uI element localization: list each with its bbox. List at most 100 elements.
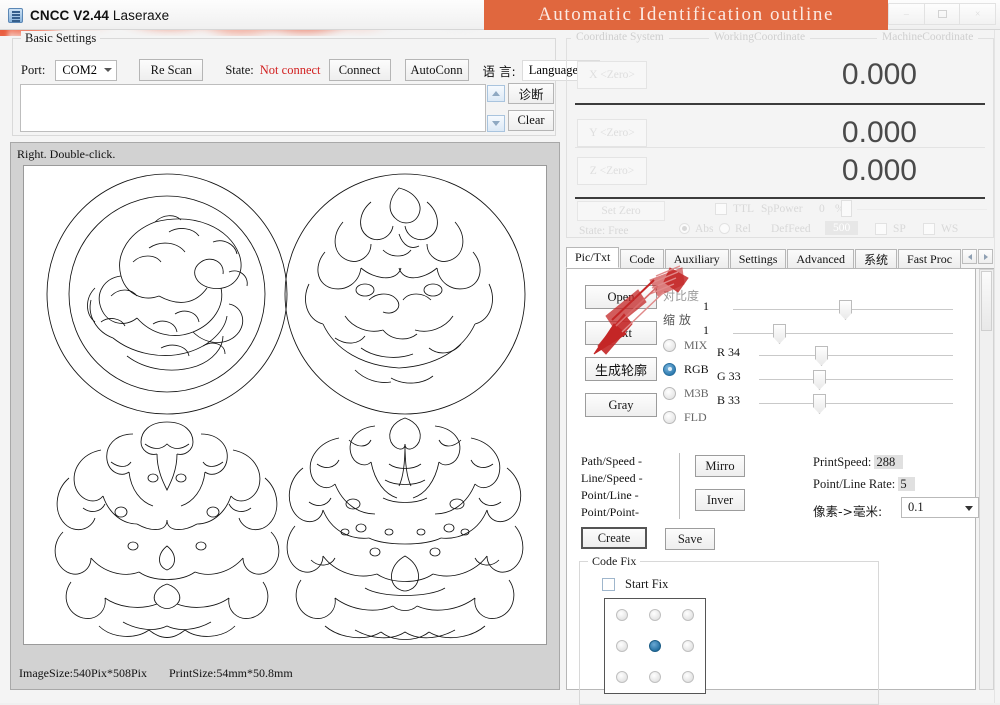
- mode-fld-label: FLD: [684, 410, 707, 424]
- open-button[interactable]: Open: [585, 285, 657, 309]
- text-label: Text: [610, 326, 632, 341]
- mode-mix-row[interactable]: MIX: [663, 337, 707, 353]
- ttl-checkbox[interactable]: [715, 203, 727, 215]
- ws-checkbox[interactable]: [923, 223, 935, 235]
- stats-divider: [679, 453, 680, 519]
- clear-button[interactable]: Clear: [508, 110, 554, 131]
- connect-button[interactable]: Connect: [329, 59, 391, 81]
- mode-mix-radio[interactable]: [663, 339, 676, 352]
- origin-radio-top-right[interactable]: [682, 609, 694, 621]
- port-value: COM2: [62, 63, 97, 78]
- slider-g-label: G 33: [717, 369, 741, 384]
- inver-button[interactable]: Inver: [695, 489, 745, 511]
- tab-system[interactable]: 系统: [855, 249, 897, 268]
- mirro-label: Mirro: [705, 459, 734, 474]
- coordinate-row-z: Z <Zero> 0.000 0.000: [567, 143, 993, 199]
- generate-outline-button[interactable]: 生成轮廓: [585, 357, 657, 381]
- mode-rgb-row[interactable]: RGB: [663, 361, 709, 377]
- identification-banner: Automatic Identification outline: [484, 0, 888, 30]
- point-point-stat: Point/Point-: [581, 504, 643, 521]
- text-button[interactable]: Text: [585, 321, 657, 345]
- z-zero-button[interactable]: Z <Zero>: [577, 157, 647, 185]
- pointline-rate-value[interactable]: 5: [898, 477, 914, 491]
- rescan-button[interactable]: Re Scan: [139, 59, 203, 81]
- mode-fld-radio[interactable]: [663, 411, 676, 424]
- port-label: Port:: [21, 63, 45, 78]
- app-title-main: CNCC V2.44: [30, 8, 109, 23]
- app-title-sub: Laseraxe: [113, 8, 169, 23]
- origin-radio-bottom-right[interactable]: [682, 671, 694, 683]
- tab-advanced[interactable]: Advanced: [787, 249, 854, 268]
- tab-pic-txt[interactable]: Pic/Txt: [566, 247, 619, 268]
- slider-r-thumb[interactable]: [815, 346, 828, 366]
- tab-fast-proc[interactable]: Fast Proc: [898, 249, 961, 268]
- origin-radio-middle-right[interactable]: [682, 640, 694, 652]
- origin-radio-bottom-left[interactable]: [616, 671, 628, 683]
- slider-g-track[interactable]: [759, 379, 953, 380]
- working-coordinate-legend: WorkingCoordinate: [709, 31, 810, 43]
- start-fix-checkbox[interactable]: [602, 578, 615, 591]
- mode-fld-row[interactable]: FLD: [663, 409, 707, 425]
- slider-contrast-thumb[interactable]: [839, 300, 852, 320]
- origin-radio-middle-center[interactable]: [649, 640, 661, 652]
- slider-b-track[interactable]: [759, 403, 953, 404]
- zoom-label: 缩 放: [663, 311, 691, 328]
- caret-left-icon: [968, 254, 972, 260]
- mode-m3b-radio[interactable]: [663, 387, 676, 400]
- coordinate-panel: Coordinate System WorkingCoordinate Mach…: [566, 38, 994, 238]
- deffeed-value[interactable]: 500: [825, 221, 858, 235]
- port-select[interactable]: COM2: [55, 60, 117, 81]
- slider-zoom-track[interactable]: [733, 333, 953, 334]
- sp-checkbox[interactable]: [875, 223, 887, 235]
- title-bar-left: CNCC V2.44 Laseraxe: [8, 0, 169, 30]
- minimize-button[interactable]: –: [888, 3, 925, 25]
- artwork-outline-drawing: [24, 166, 548, 646]
- start-fix-row[interactable]: Start Fix: [602, 576, 668, 592]
- close-button[interactable]: ×: [960, 3, 996, 25]
- printspeed-value[interactable]: 288: [874, 455, 903, 469]
- mode-m3b-row[interactable]: M3B: [663, 385, 709, 401]
- slider-r-track[interactable]: [759, 355, 953, 356]
- sppower-slider-track[interactable]: [857, 209, 987, 210]
- connect-label: Connect: [339, 63, 381, 78]
- banner-text: Automatic Identification outline: [538, 4, 834, 26]
- tab-scroll-prev-button[interactable]: [962, 249, 977, 264]
- image-canvas[interactable]: [23, 165, 547, 645]
- x-zero-button[interactable]: X <Zero>: [577, 61, 647, 89]
- slider-g-thumb[interactable]: [813, 370, 826, 390]
- origin-radio-bottom-center[interactable]: [649, 671, 661, 683]
- mode-m3b-label: M3B: [684, 386, 709, 400]
- autoconn-button[interactable]: AutoConn: [405, 59, 469, 81]
- tab-settings[interactable]: Settings: [730, 249, 787, 268]
- origin-radio-top-center[interactable]: [649, 609, 661, 621]
- tab-fast-proc-label: Fast Proc: [907, 252, 952, 267]
- save-button[interactable]: Save: [665, 528, 715, 550]
- rel-radio[interactable]: [719, 223, 730, 234]
- y-zero-label: Y <Zero>: [589, 127, 634, 139]
- create-button[interactable]: Create: [581, 527, 647, 549]
- origin-radio-middle-left[interactable]: [616, 640, 628, 652]
- x-working-value: 0.000: [737, 58, 917, 92]
- machine-control-row: Set Zero State: Free TTL SpPower 0 % Abs…: [567, 199, 993, 239]
- console-output[interactable]: [20, 84, 486, 132]
- slider-zoom-thumb[interactable]: [773, 324, 786, 344]
- scrollbar-thumb[interactable]: [981, 271, 992, 331]
- slider-b-thumb[interactable]: [813, 394, 826, 414]
- diagnose-button[interactable]: 诊断: [508, 83, 554, 104]
- tab-panel-scrollbar[interactable]: [979, 269, 994, 690]
- maximize-button[interactable]: [925, 3, 961, 25]
- gray-button[interactable]: Gray: [585, 393, 657, 417]
- tab-scroll-next-button[interactable]: [978, 249, 993, 264]
- coordinate-row-x: X <Zero> 0.000 0.000: [567, 47, 993, 103]
- tab-code[interactable]: Code: [620, 249, 663, 268]
- code-fix-group: Code Fix Start Fix: [579, 561, 879, 705]
- mirro-button[interactable]: Mirro: [695, 455, 745, 477]
- tab-auxiliary[interactable]: Auxiliary: [665, 249, 729, 268]
- abs-radio[interactable]: [679, 223, 690, 234]
- mode-rgb-radio[interactable]: [663, 363, 676, 376]
- origin-radio-top-left[interactable]: [616, 609, 628, 621]
- pixel-to-mm-select[interactable]: 0.1: [901, 497, 979, 518]
- set-zero-button[interactable]: Set Zero: [577, 201, 665, 221]
- contrast-label: 对比度: [663, 287, 699, 304]
- sppower-slider-thumb[interactable]: [841, 200, 852, 217]
